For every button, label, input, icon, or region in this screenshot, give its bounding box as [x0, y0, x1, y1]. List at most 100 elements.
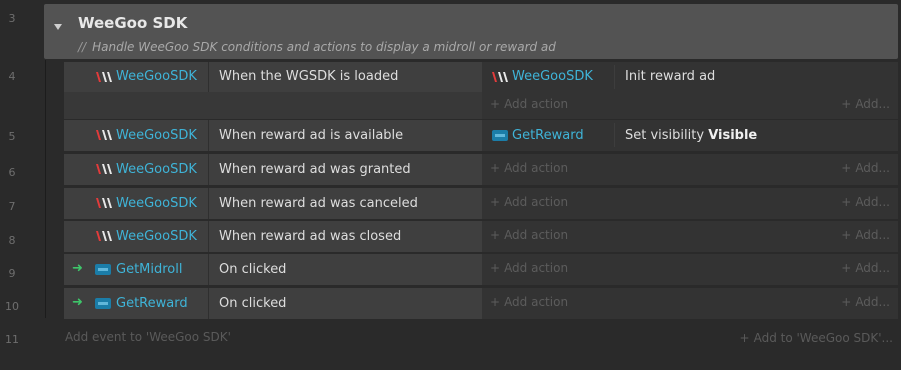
action-value: Visible — [708, 128, 758, 143]
add-event-button[interactable]: Add event to 'WeeGoo SDK' — [65, 330, 231, 344]
plus-icon: + — [490, 195, 501, 209]
add-more-button[interactable]: + Add... — [841, 161, 890, 175]
add-action-label: Add action — [504, 97, 569, 111]
event-actions[interactable]: + Add action + Add... — [482, 221, 898, 252]
condition-object[interactable]: WeeGooSDK — [116, 128, 197, 143]
action-text[interactable]: Set visibility Visible — [625, 128, 757, 143]
plus-icon: + — [490, 261, 501, 275]
action-object[interactable]: WeeGooSDK — [512, 69, 593, 84]
group-comment-text: Handle WeeGoo SDK conditions and actions… — [92, 40, 556, 54]
event-actions[interactable]: + Add action + Add... — [482, 188, 898, 219]
line-number: 5 — [8, 130, 16, 143]
line-number: 4 — [8, 70, 16, 83]
button-object-icon — [492, 130, 508, 141]
condition-object[interactable]: WeeGooSDK — [116, 196, 197, 211]
event-conditions[interactable]: WeeGooSDK When reward ad was canceled — [64, 188, 482, 219]
condition-text[interactable]: When the WGSDK is loaded — [219, 69, 398, 84]
add-action-button[interactable]: + Add action — [490, 161, 568, 175]
plus-icon: + — [490, 161, 501, 175]
condition-text[interactable]: When reward ad was closed — [219, 229, 401, 244]
add-action-label: Add action — [504, 195, 569, 209]
condition-object[interactable]: WeeGooSDK — [116, 69, 197, 84]
event-conditions[interactable]: WeeGooSDK When reward ad was closed — [64, 221, 482, 252]
add-action-button[interactable]: + Add action — [490, 228, 568, 242]
event-conditions[interactable]: WeeGooSDK When the WGSDK is loaded — [64, 62, 482, 119]
weegoo-logo-icon — [96, 231, 112, 241]
add-to-group-button[interactable]: + Add to 'WeeGoo SDK'... — [740, 331, 893, 345]
condition-text[interactable]: On clicked — [219, 262, 286, 277]
plus-icon: + — [739, 331, 750, 345]
add-more-label: Add... — [855, 261, 890, 275]
event-group-header[interactable]: WeeGoo SDK // Handle WeeGoo SDK condition… — [44, 4, 898, 59]
add-more-label: Add... — [855, 228, 890, 242]
line-number: 3 — [8, 12, 16, 25]
event-conditions[interactable]: ➜ GetReward On clicked — [64, 288, 482, 319]
event-actions[interactable]: WeeGooSDK Init reward ad + Add action + Ad… — [482, 62, 898, 119]
add-more-button[interactable]: + Add... — [841, 228, 890, 242]
event-actions[interactable]: + Add action + Add... — [482, 254, 898, 285]
plus-icon: + — [490, 295, 501, 309]
plus-icon: + — [841, 161, 852, 175]
plus-icon: + — [841, 195, 852, 209]
condition-text[interactable]: When reward ad is available — [219, 128, 403, 143]
line-number: 7 — [8, 200, 16, 213]
event-conditions[interactable]: WeeGooSDK When reward ad was granted — [64, 154, 482, 185]
action-object[interactable]: GetReward — [512, 128, 584, 143]
add-more-button[interactable]: + Add... — [841, 295, 890, 309]
add-more-label: Add... — [855, 295, 890, 309]
line-number: 6 — [8, 166, 16, 179]
line-number: 8 — [8, 234, 16, 247]
trigger-arrow-icon: ➜ — [72, 261, 83, 276]
event-actions[interactable]: + Add action + Add... — [482, 288, 898, 319]
weegoo-logo-icon — [492, 72, 508, 82]
button-object-icon — [95, 264, 111, 275]
action-separator — [614, 65, 615, 89]
plus-icon: + — [490, 97, 501, 111]
line-number: 10 — [5, 300, 19, 313]
add-action-label: Add action — [504, 295, 569, 309]
add-more-button[interactable]: + Add... — [841, 97, 890, 111]
plus-icon: + — [841, 228, 852, 242]
add-to-group-label: Add to 'WeeGoo SDK'... — [753, 331, 893, 345]
weegoo-logo-icon — [96, 164, 112, 174]
add-action-label: Add action — [504, 261, 569, 275]
add-more-button[interactable]: + Add... — [841, 195, 890, 209]
action-text-prefix: Set visibility — [625, 128, 709, 143]
event-tree-line — [45, 60, 46, 318]
condition-text[interactable]: On clicked — [219, 296, 286, 311]
button-object-icon — [95, 298, 111, 309]
condition-object[interactable]: GetReward — [116, 296, 188, 311]
add-more-label: Add... — [855, 97, 890, 111]
collapse-arrow-icon[interactable] — [54, 24, 62, 30]
add-action-label: Add action — [504, 228, 569, 242]
action-text[interactable]: Init reward ad — [625, 69, 715, 84]
plus-icon: + — [490, 228, 501, 242]
line-number: 11 — [5, 333, 19, 346]
plus-icon: + — [841, 261, 852, 275]
add-action-button[interactable]: + Add action — [490, 97, 568, 111]
event-actions[interactable]: + Add action + Add... — [482, 154, 898, 185]
add-more-button[interactable]: + Add... — [841, 261, 890, 275]
add-action-label: Add action — [504, 161, 569, 175]
comment-marker: // — [78, 40, 87, 54]
weegoo-logo-icon — [96, 130, 112, 140]
conditions-empty-area — [64, 92, 482, 119]
add-more-label: Add... — [855, 195, 890, 209]
add-more-label: Add... — [855, 161, 890, 175]
add-action-button[interactable]: + Add action — [490, 195, 568, 209]
condition-text[interactable]: When reward ad was granted — [219, 162, 411, 177]
condition-object[interactable]: WeeGooSDK — [116, 162, 197, 177]
trigger-arrow-icon: ➜ — [72, 295, 83, 310]
event-conditions[interactable]: WeeGooSDK When reward ad is available — [64, 120, 482, 151]
add-action-button[interactable]: + Add action — [490, 261, 568, 275]
group-title: WeeGoo SDK — [78, 14, 188, 32]
event-actions[interactable]: GetReward Set visibility Visible — [482, 120, 898, 151]
event-conditions[interactable]: ➜ GetMidroll On clicked — [64, 254, 482, 285]
weegoo-logo-icon — [96, 198, 112, 208]
weegoo-logo-icon — [96, 72, 112, 82]
condition-object[interactable]: GetMidroll — [116, 262, 183, 277]
add-action-button[interactable]: + Add action — [490, 295, 568, 309]
condition-text[interactable]: When reward ad was canceled — [219, 196, 418, 211]
condition-object[interactable]: WeeGooSDK — [116, 229, 197, 244]
plus-icon: + — [841, 97, 852, 111]
